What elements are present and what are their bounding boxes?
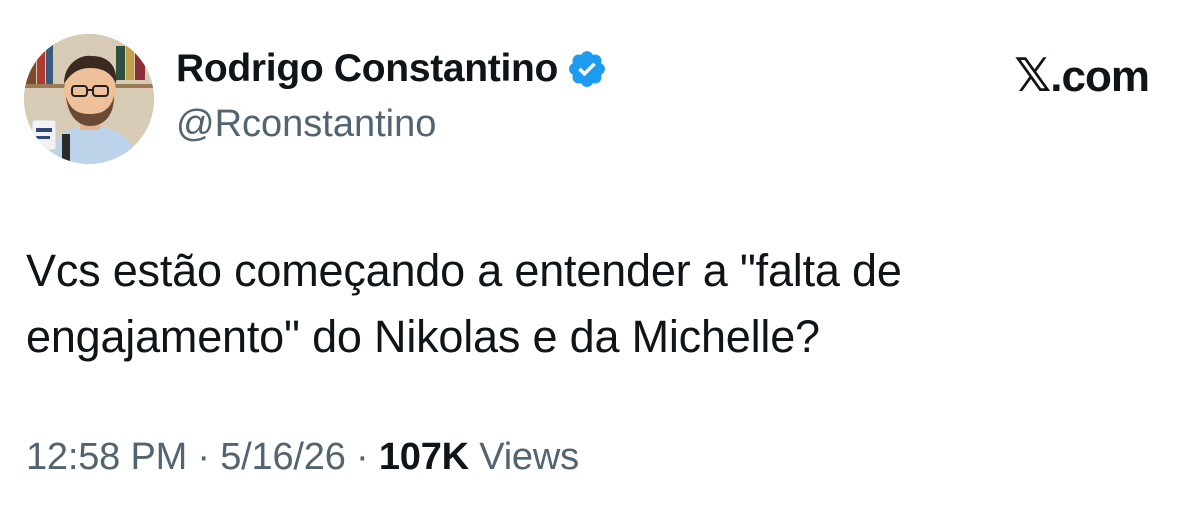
meta-separator-2: · bbox=[356, 436, 369, 478]
display-name-text: Rodrigo Constantino bbox=[176, 47, 559, 90]
views-count: 107K bbox=[378, 436, 469, 478]
tweet-meta: 12:58 PM · 5/16/26 · 107K Views bbox=[26, 436, 579, 479]
views-label: Views bbox=[479, 436, 579, 478]
author-display-name[interactable]: Rodrigo Constantino bbox=[176, 47, 608, 91]
author-handle[interactable]: @Rconstantino bbox=[176, 103, 436, 146]
meta-separator-1: · bbox=[197, 436, 210, 478]
x-logo-icon: 𝕏 bbox=[1014, 48, 1051, 102]
author-avatar[interactable] bbox=[24, 34, 154, 164]
brand-domain-label: .com bbox=[1050, 52, 1150, 101]
tweet-date[interactable]: 5/16/26 bbox=[220, 436, 346, 478]
tweet-text-line-1: Vcs estão começando a entender a "falta … bbox=[26, 245, 902, 296]
avatar-image bbox=[24, 34, 154, 164]
tweet-time[interactable]: 12:58 PM bbox=[26, 436, 187, 478]
tweet-text: Vcs estão começando a entender a "falta … bbox=[26, 238, 1146, 370]
x-com-logo: 𝕏.com bbox=[1014, 48, 1150, 102]
verified-badge-icon bbox=[566, 48, 608, 90]
tweet-text-line-2: engajamento" do Nikolas e da Michelle? bbox=[26, 311, 820, 362]
tweet-card: Rodrigo Constantino @Rconstantino 𝕏.com … bbox=[0, 0, 1199, 507]
